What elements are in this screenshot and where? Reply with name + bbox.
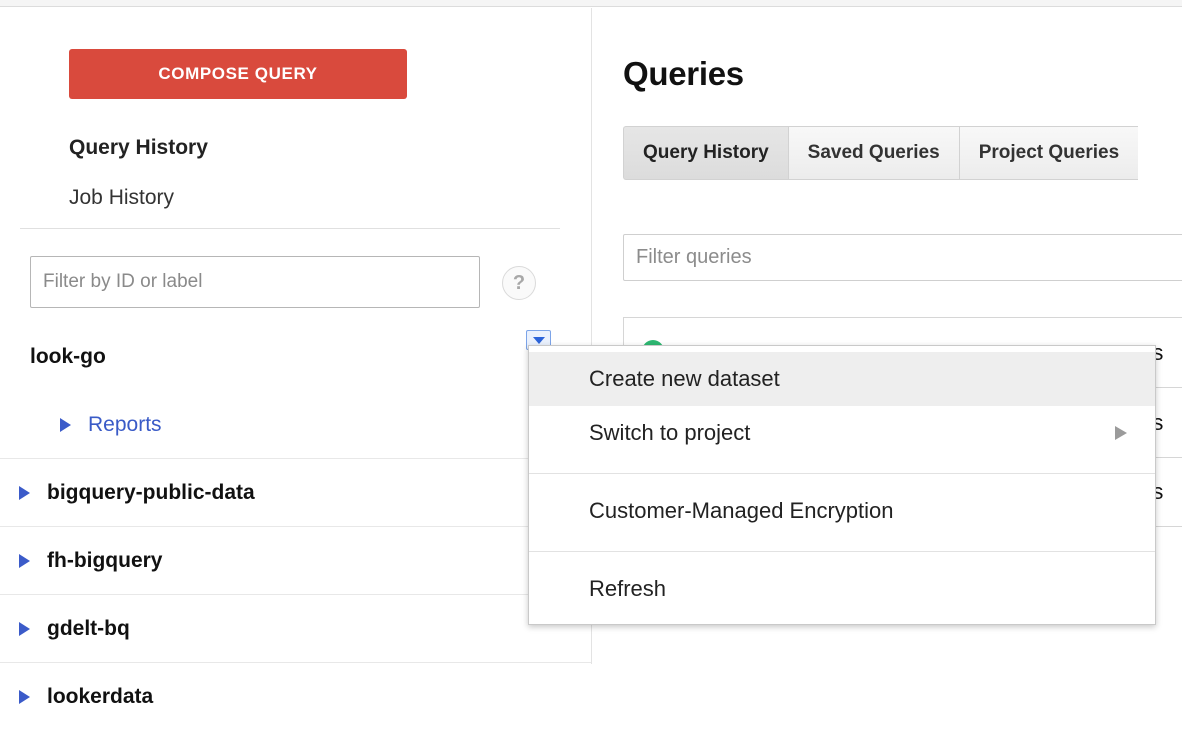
- sidebar-filter-row: ?: [30, 256, 560, 311]
- tree-item-label-gdelt-bq: gdelt-bq: [47, 616, 130, 640]
- tree-row[interactable]: fh-bigquery: [0, 527, 591, 595]
- tree-row[interactable]: lookerdata: [0, 663, 591, 731]
- menu-item-refresh[interactable]: Refresh: [529, 562, 1155, 616]
- expand-caret-icon[interactable]: [19, 553, 30, 568]
- sidebar-nav-job-history[interactable]: Job History: [69, 186, 174, 210]
- tree-row[interactable]: gdelt-bq: [0, 595, 591, 663]
- expand-caret-icon[interactable]: [19, 621, 30, 636]
- menu-item-switch-to-project[interactable]: Switch to project: [529, 406, 1155, 460]
- menu-separator: [529, 473, 1155, 474]
- tab-project-queries[interactable]: Project Queries: [958, 126, 1139, 180]
- queries-tabs: Query History Saved Queries Project Quer…: [623, 126, 1139, 180]
- sidebar-filter-input[interactable]: [30, 256, 480, 308]
- chevron-down-icon: [532, 337, 545, 344]
- project-context-menu: Create new dataset Switch to project Cus…: [528, 345, 1156, 625]
- tree-item-label-lookerdata: lookerdata: [47, 685, 154, 708]
- tree-item-label-reports: Reports: [88, 412, 162, 436]
- menu-item-create-new-dataset[interactable]: Create new dataset: [529, 352, 1155, 406]
- tab-saved-queries[interactable]: Saved Queries: [787, 126, 959, 180]
- sidebar-divider: [20, 228, 560, 229]
- chevron-right-icon: [1115, 426, 1127, 440]
- tree-item-label-bigquery-public-data: bigquery-public-data: [47, 480, 255, 504]
- page-title: Queries: [623, 55, 744, 92]
- menu-item-customer-managed-encryption[interactable]: Customer-Managed Encryption: [529, 484, 1155, 538]
- queries-filter-input[interactable]: [623, 234, 1182, 281]
- tree-row[interactable]: look-go: [0, 323, 591, 391]
- browser-chrome-strip: [0, 0, 1182, 7]
- tree-row[interactable]: bigquery-public-data: [0, 459, 591, 527]
- sidebar: COMPOSE QUERY Query History Job History …: [0, 8, 591, 708]
- menu-separator: [529, 551, 1155, 552]
- expand-caret-icon[interactable]: [60, 417, 71, 432]
- bigquery-console: COMPOSE QUERY Query History Job History …: [0, 0, 1182, 708]
- tab-query-history[interactable]: Query History: [623, 126, 788, 180]
- menu-item-switch-to-project-label: Switch to project: [589, 420, 751, 445]
- sidebar-nav-query-history[interactable]: Query History: [69, 136, 208, 160]
- project-tree: look-go Reports bigquery-public-data fh-…: [0, 323, 591, 731]
- help-icon[interactable]: ?: [502, 266, 536, 300]
- compose-query-button[interactable]: COMPOSE QUERY: [69, 49, 407, 99]
- tree-row[interactable]: Reports: [0, 391, 591, 459]
- expand-caret-icon[interactable]: [19, 690, 30, 704]
- expand-caret-icon[interactable]: [19, 485, 30, 500]
- tree-item-label-fh-bigquery: fh-bigquery: [47, 548, 163, 572]
- tree-item-label-look-go: look-go: [30, 345, 106, 368]
